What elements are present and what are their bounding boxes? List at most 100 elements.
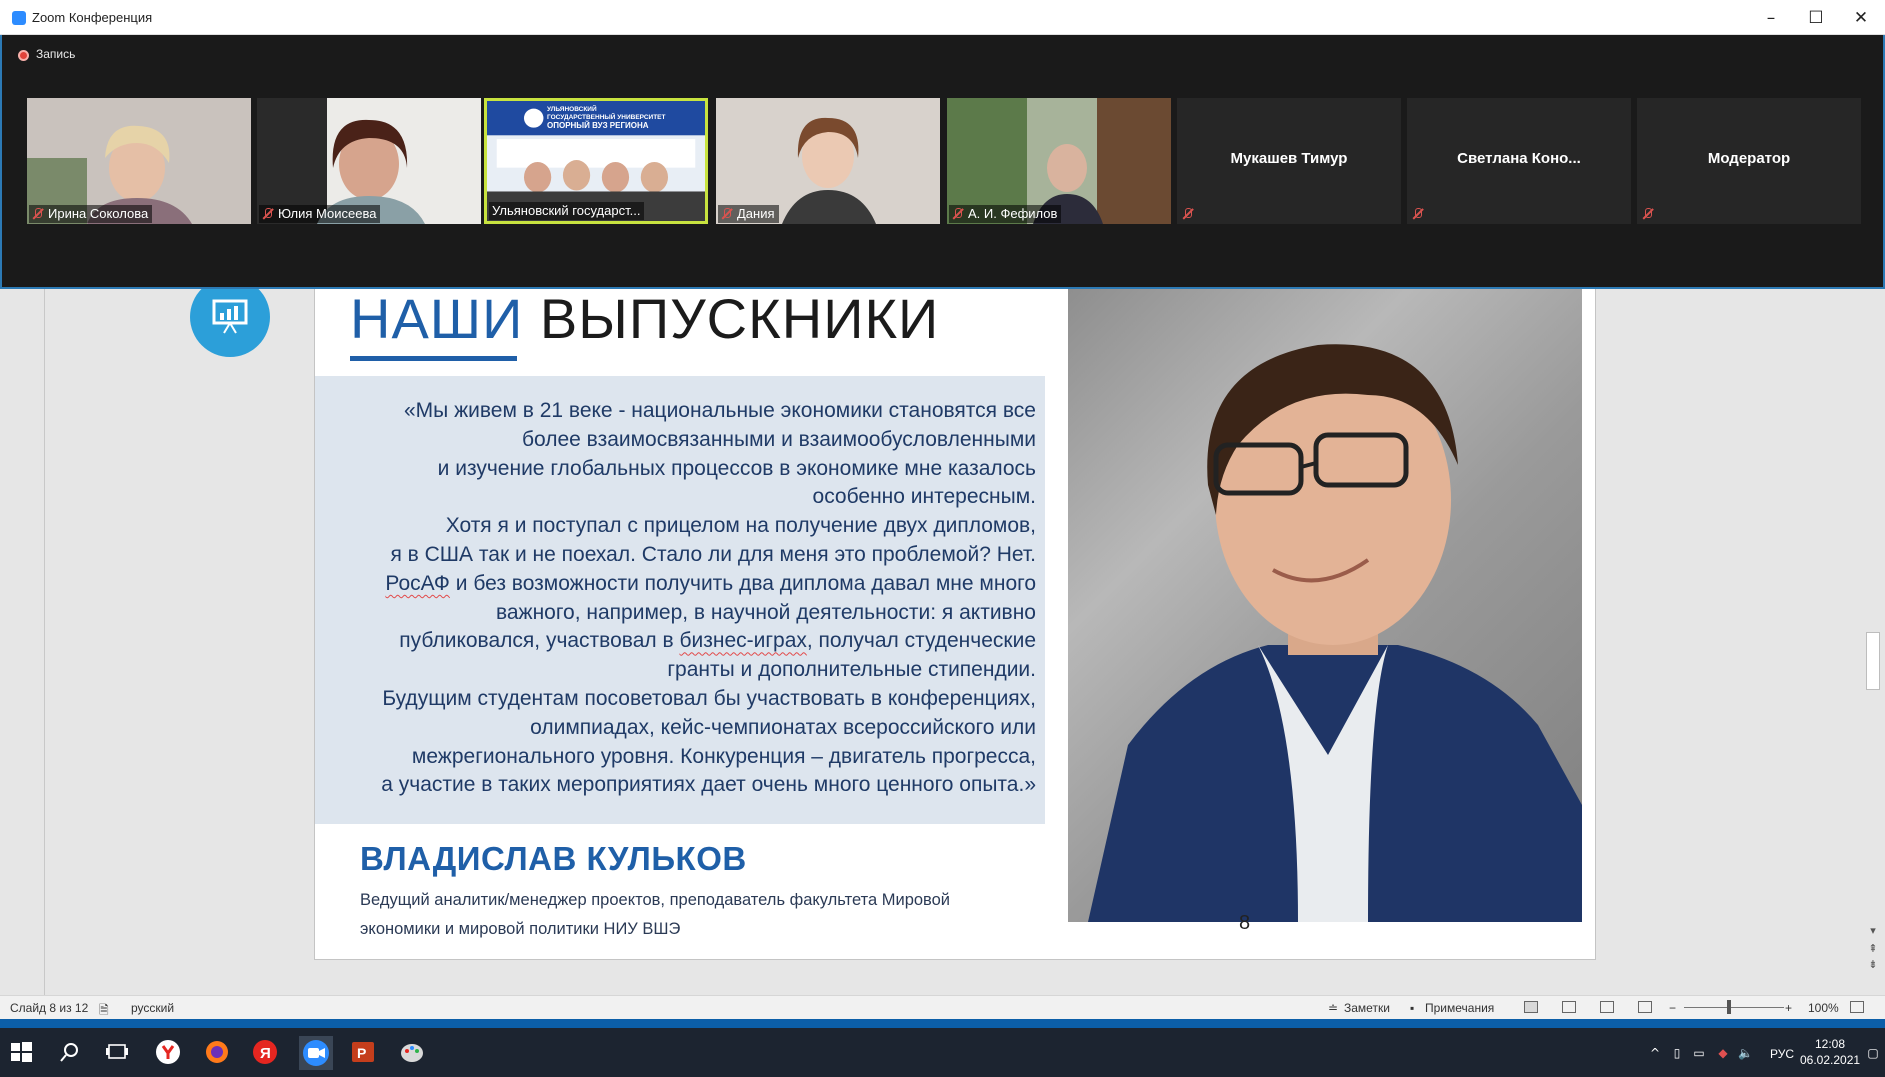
scrollbar-thumb[interactable] <box>1866 632 1880 690</box>
windows-start-icon[interactable] <box>8 1039 34 1065</box>
zoom-slider-thumb[interactable] <box>1727 1000 1731 1014</box>
participant-label <box>1409 205 1432 223</box>
window-title: Zoom Конференция <box>32 10 153 25</box>
title-underline <box>350 356 517 361</box>
person-role[interactable]: Ведущий аналитик/менеджер проектов, преп… <box>360 886 1020 944</box>
clock[interactable]: 12:08 06.02.2021 <box>1800 1036 1860 1068</box>
recording-label[interactable]: Запись <box>36 47 75 61</box>
vertical-scrollbar[interactable] <box>1862 240 1885 980</box>
participant-tile[interactable]: Юлия Моисеева <box>257 98 481 224</box>
participant-name: Мукашев Тимур <box>1230 150 1348 167</box>
participant-label <box>1179 205 1202 223</box>
zoom-titlebar[interactable]: Zoom Конференция – ☐ ✕ <box>0 0 1885 35</box>
quote-line: олимпиадах, кейс-чемпионатах всероссийск… <box>530 715 1036 739</box>
input-language[interactable]: РУС <box>1770 1047 1794 1061</box>
zoom-level[interactable]: 100% <box>1808 1001 1839 1015</box>
presentation-icon <box>190 277 270 357</box>
quote-line: я в США так и не поехал. Стало ли для ме… <box>390 542 1036 566</box>
participant-tile[interactable]: Светлана Коно... <box>1407 98 1631 224</box>
mic-muted-icon <box>262 208 273 220</box>
participant-label: Ирина Соколова <box>29 205 153 223</box>
next-slide-icon[interactable]: ⇟ <box>1864 958 1882 972</box>
task-view-icon[interactable] <box>104 1039 130 1065</box>
quote-line: Будущим студентам посоветовал бы участво… <box>382 686 1036 710</box>
mic-muted-icon <box>32 208 43 220</box>
notes-icon[interactable]: ≐ <box>1328 1001 1338 1015</box>
firefox-icon[interactable] <box>204 1039 230 1065</box>
mic-muted-icon <box>1182 208 1193 220</box>
mic-muted-icon <box>1412 208 1423 220</box>
svg-text:Я: Я <box>260 1045 271 1062</box>
screen: НАШИ ВЫПУСКНИКИ «Мы живем в 21 веке - на… <box>0 0 1885 1077</box>
participant-label <box>1639 205 1662 223</box>
mic-muted-icon <box>721 208 732 220</box>
svg-text:P: P <box>357 1045 366 1061</box>
notifications-icon[interactable]: ▢ <box>1866 1046 1880 1060</box>
participant-tile[interactable]: Дания <box>716 98 940 224</box>
slide-title[interactable]: НАШИ ВЫПУСКНИКИ <box>350 286 939 351</box>
participant-label: Ульяновский государст... <box>489 202 645 220</box>
paint-icon[interactable] <box>399 1039 425 1065</box>
scroll-down-icon[interactable]: ▾ <box>1864 924 1882 938</box>
quote-line: публиковался, участвовал в бизнес-играх,… <box>399 629 1036 653</box>
quote-line: более взаимосвязанными и взаимообусловле… <box>521 427 1036 451</box>
zoom-tray-icon[interactable]: ◆ <box>1716 1046 1730 1060</box>
fit-to-window-icon[interactable] <box>1850 1001 1864 1013</box>
banner-text: УЛЬЯНОВСКИЙ ГОСУДАРСТВЕННЫЙ УНИВЕРСИТЕТ … <box>547 106 666 130</box>
network-icon[interactable]: ▭ <box>1692 1046 1706 1060</box>
close-icon[interactable]: ✕ <box>1846 6 1876 30</box>
quote-line: гранты и дополнительные стипендии. <box>667 658 1036 682</box>
comments-icon[interactable]: ▪ <box>1410 1001 1414 1015</box>
normal-view-icon[interactable] <box>1524 1001 1538 1013</box>
participant-tile-active-speaker[interactable]: УЛЬЯНОВСКИЙ ГОСУДАРСТВЕННЫЙ УНИВЕРСИТЕТ … <box>484 98 708 224</box>
volume-icon[interactable]: 🔈 <box>1738 1046 1753 1060</box>
search-icon[interactable] <box>57 1039 83 1065</box>
quote-line: важного, например, в научной деятельност… <box>495 600 1036 624</box>
notes-button[interactable]: Заметки <box>1344 1001 1390 1015</box>
spellcheck-word: бизнес-играх <box>679 629 807 653</box>
slide-page-number: 8 <box>1239 912 1251 934</box>
tray-expand-icon[interactable]: ^ <box>1648 1046 1662 1060</box>
minimize-icon[interactable]: – <box>1756 6 1786 30</box>
slideshow-icon[interactable] <box>1638 1001 1652 1013</box>
participant-tile[interactable]: Ирина Соколова <box>27 98 251 224</box>
participant-tile[interactable]: Мукашев Тимур <box>1177 98 1401 224</box>
slide-counter[interactable]: Слайд 8 из 12 <box>10 1001 88 1015</box>
yandex-icon[interactable]: Я <box>252 1039 278 1065</box>
quote-line: и изучение глобальных процессов в эконом… <box>437 456 1036 480</box>
quote-text[interactable]: «Мы живем в 21 веке - национальные эконо… <box>340 397 1036 800</box>
participant-tile[interactable]: Модератор <box>1637 98 1861 224</box>
participant-label: Юлия Моисеева <box>259 205 381 223</box>
windows-taskbar <box>0 1028 1885 1077</box>
quote-line: РосАФ и без возможности получить два дип… <box>385 571 1036 595</box>
quote-line: «Мы живем в 21 веке - национальные эконо… <box>403 399 1036 422</box>
mic-muted-icon <box>1642 208 1653 220</box>
comments-button[interactable]: Примечания <box>1425 1001 1494 1015</box>
person-photo[interactable] <box>1068 285 1582 922</box>
mic-muted-icon <box>952 208 963 220</box>
person-name[interactable]: ВЛАДИСЛАВ КУЛЬКОВ <box>360 840 747 878</box>
quote-line: межрегионального уровня. Конкуренция – д… <box>411 744 1036 768</box>
reading-view-icon[interactable] <box>1600 1001 1614 1013</box>
title-rest: ВЫПУСКНИКИ <box>523 287 940 350</box>
participant-label: Дания <box>718 205 779 223</box>
slide-sorter-icon[interactable] <box>1562 1001 1576 1013</box>
powerpoint-icon[interactable]: P <box>350 1039 376 1065</box>
yandex-browser-icon[interactable] <box>155 1039 181 1065</box>
zoom-out-button[interactable]: − <box>1669 1001 1676 1015</box>
quote-line: особенно интересным. <box>812 485 1036 509</box>
zoom-slider[interactable] <box>1684 1007 1784 1008</box>
quote-line: Хотя я и поступал с прицелом на получени… <box>445 514 1036 538</box>
recording-icon <box>18 50 29 61</box>
usb-icon[interactable]: ▯ <box>1670 1046 1684 1060</box>
maximize-icon[interactable]: ☐ <box>1801 6 1831 30</box>
language-indicator[interactable]: русский <box>131 1001 174 1015</box>
ppt-bottom-strip <box>0 1019 1885 1028</box>
zoom-taskbar-icon[interactable] <box>299 1036 333 1070</box>
zoom-in-button[interactable]: + <box>1785 1001 1792 1015</box>
prev-slide-icon[interactable]: ⇞ <box>1864 942 1882 956</box>
status-bar: Слайд 8 из 12 🗎 русский ≐ Заметки ▪ Прим… <box>0 995 1885 1019</box>
participant-tile[interactable]: А. И. Фефилов <box>947 98 1171 224</box>
participant-label: А. И. Фефилов <box>949 205 1062 223</box>
zoom-logo-icon <box>12 11 26 25</box>
